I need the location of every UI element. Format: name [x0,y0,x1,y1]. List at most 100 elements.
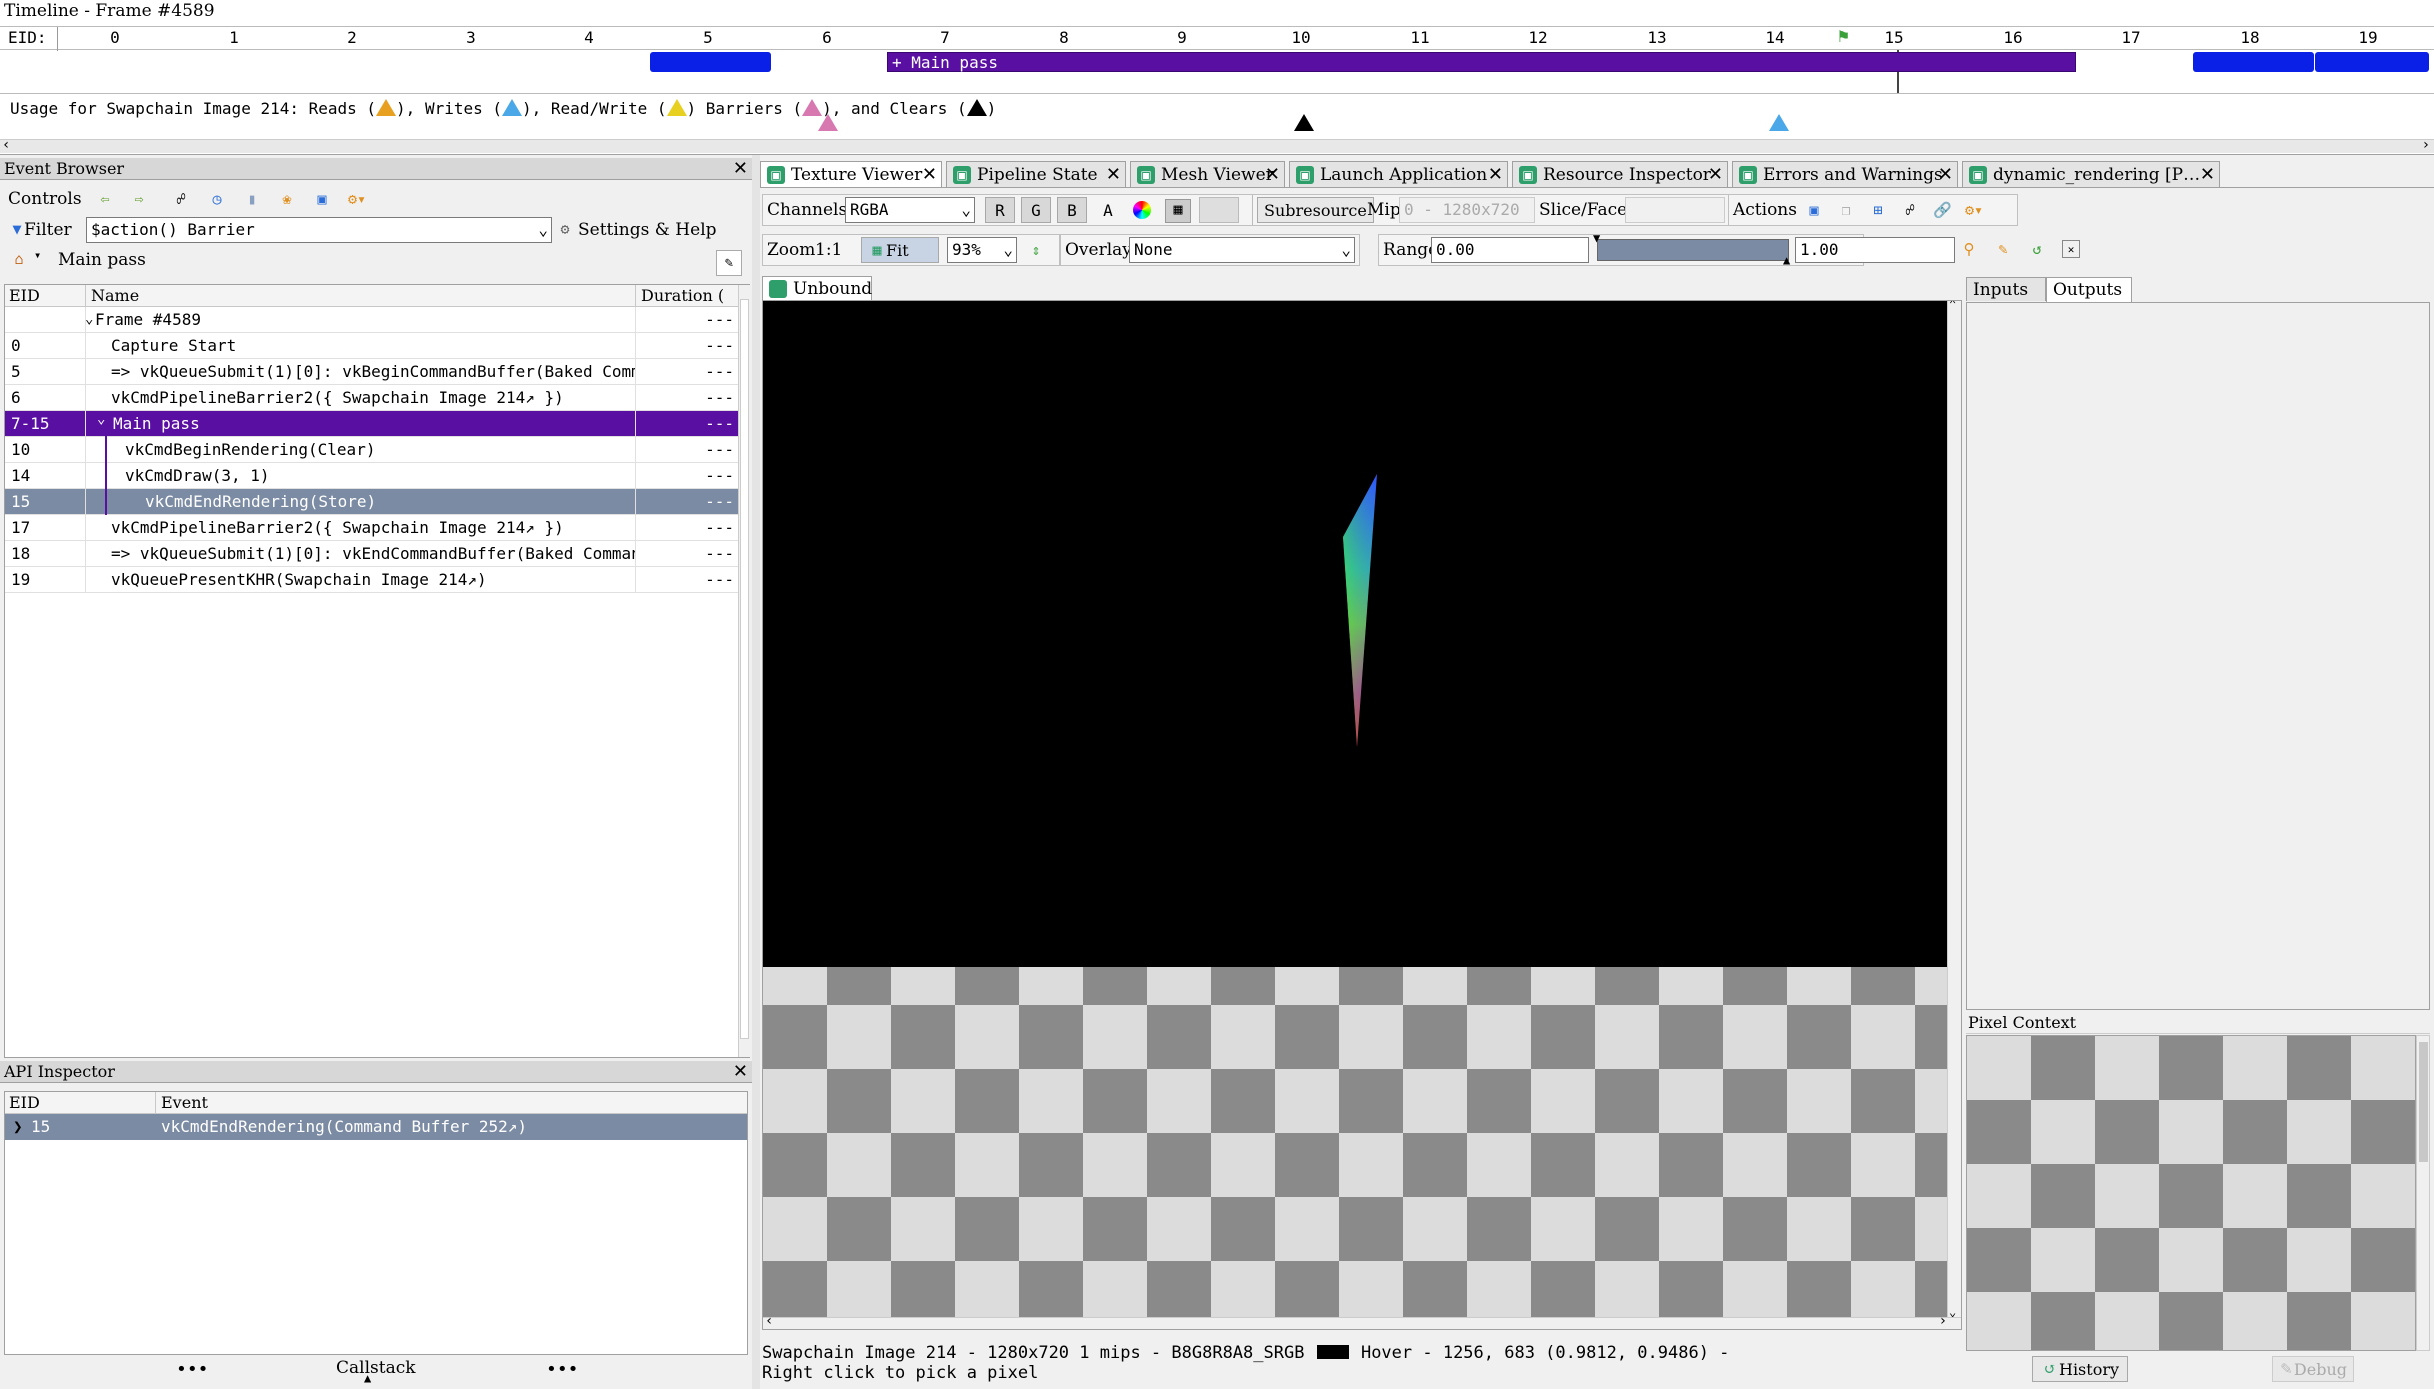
range-slider-max-handle[interactable]: ▲ [1783,253,1790,267]
channel-g-toggle[interactable]: G [1021,197,1051,223]
outputs-tab[interactable]: Outputs [2046,277,2132,303]
timeline-bar-main-pass[interactable]: + Main pass [887,52,2076,72]
history-button[interactable]: ↺ History [2032,1356,2128,1382]
zoom-select[interactable]: 93% ⌄ [947,237,1017,263]
zoom-range-icon[interactable]: ⚲ [1960,240,1978,258]
settings-dropdown-icon[interactable]: ⚙▾ [1965,201,1983,219]
more-dots-icon[interactable]: ••• [546,1359,579,1380]
api-col-event[interactable]: Event [161,1092,208,1114]
channel-b-toggle[interactable]: B [1057,197,1087,223]
pixel-context-scrollbar[interactable] [2416,1035,2430,1351]
breadcrumb[interactable]: Main pass [58,247,146,273]
table-row[interactable]: 18 => vkQueueSubmit(1)[0]: vkEndCommandBu… [5,541,738,567]
find-binoculars-icon[interactable]: ☍ [172,190,190,208]
scroll-up-icon[interactable]: ⌃ [1949,301,1956,311]
close-icon[interactable]: ✕ [1488,162,1503,187]
close-icon[interactable]: ✕ [2200,162,2215,187]
save-icon[interactable]: ▣ [313,190,331,208]
debug-button[interactable]: ✎ Debug [2272,1356,2354,1382]
highlight-icon[interactable]: ❀ [278,190,296,208]
pixel-context-view[interactable] [1966,1035,2416,1351]
timeline-bar-present[interactable] [2315,52,2429,72]
col-duration[interactable]: Duration ( [641,285,724,307]
timer-icon[interactable]: ◷ [208,190,226,208]
scroll-left-icon[interactable]: ‹ [765,1313,773,1329]
close-icon[interactable]: ✕ [1265,162,1280,187]
scroll-left-icon[interactable]: ‹ [2,137,10,153]
zoom-1to1-button[interactable]: 1:1 [815,237,842,263]
table-row[interactable]: 17 vkCmdPipelineBarrier2({ Swapchain Imag… [5,515,738,541]
api-row[interactable]: ❯ 15 vkCmdEndRendering(Command Buffer 25… [5,1114,747,1140]
copy-icon[interactable]: ❐ [1837,201,1855,219]
bookmark-icon[interactable]: ▮ [243,190,261,208]
settings-dropdown-icon[interactable]: ⚙▾ [348,190,366,208]
channels-select[interactable]: RGBA ⌄ [845,197,975,223]
settings-help-button[interactable]: Settings & Help [578,217,717,243]
table-row[interactable]: 10 vkCmdBeginRendering(Clear) --- [5,437,738,463]
tab-6[interactable]: ▣ dynamic_rendering [P… ✕ [1962,161,2220,187]
range-histogram-slider[interactable] [1597,239,1789,261]
close-icon[interactable]: ✕ [1708,162,1723,187]
filter-input[interactable]: $action() Barrier ⌄ [86,217,552,243]
forward-arrow-icon[interactable]: ⇨ [130,190,148,208]
autofit-wand-icon[interactable]: ✎ [1994,240,2012,258]
table-row[interactable]: 15 vkCmdEndRendering(Store) --- [5,489,738,515]
range-slider-min-handle[interactable]: ▼ [1593,231,1600,245]
table-row[interactable]: 14 vkCmdDraw(3, 1) --- [5,463,738,489]
timeline-scrollbar[interactable]: ‹ › [0,137,2434,153]
channel-r-toggle[interactable]: R [985,197,1015,223]
callstack-label[interactable]: Callstack [336,1355,416,1381]
tab-4[interactable]: ▣ Resource Inspector ✕ [1512,161,1728,187]
expand-arrow-icon[interactable]: ❯ [13,1114,23,1140]
close-icon[interactable]: ✕ [1938,162,1953,187]
slice-face-select[interactable] [1625,197,1725,223]
gamma-toggle[interactable] [1199,197,1239,223]
mip-select[interactable]: 0 - 1280x720 [1399,197,1535,223]
range-max-input[interactable]: 1.00 [1795,237,1955,263]
tab-2[interactable]: ▣ Mesh Viewer ✕ [1130,161,1285,187]
histogram-icon[interactable]: ✕ [2062,240,2080,258]
close-icon[interactable]: ✕ [922,162,937,187]
clear-marker-10[interactable] [1294,114,1314,131]
edit-note-icon[interactable]: ✎ [716,250,742,276]
back-arrow-icon[interactable]: ⇦ [96,190,114,208]
scroll-right-icon[interactable]: › [1939,1313,1947,1329]
close-icon[interactable]: ✕ [1106,162,1121,187]
color-wheel-icon[interactable] [1133,201,1151,219]
tab-5[interactable]: ▣ Errors and Warnings ✕ [1732,161,1958,187]
overlay-select[interactable]: None ⌄ [1129,237,1355,263]
settings-gear-icon[interactable]: ⚙ [556,220,574,238]
timeline-bar-submit-begin[interactable] [650,52,771,72]
table-row[interactable]: 5 => vkQueueSubmit(1)[0]: vkBeginCommandB… [5,359,738,385]
close-icon[interactable]: ✕ [733,1061,748,1083]
checkerboard-icon[interactable]: ▦ [1165,199,1191,223]
close-icon[interactable]: ✕ [733,158,748,180]
tree-expand-icon[interactable]: ⌄ [85,311,93,327]
panel-splitter[interactable] [752,155,760,1389]
viewport-hscrollbar[interactable]: ‹ › [763,1313,1961,1329]
find-binoculars-icon[interactable]: ☍ [1901,201,1919,219]
save-texture-icon[interactable]: ▣ [1805,201,1823,219]
table-row[interactable]: 7-15 Main pass --- [5,411,738,437]
link-icon[interactable]: 🔗 [1933,201,1952,219]
range-min-input[interactable]: 0.00 [1431,237,1589,263]
write-marker-14[interactable] [1769,114,1789,131]
more-dots-icon[interactable]: ••• [176,1359,209,1380]
table-row[interactable]: 6 vkCmdPipelineBarrier2({ Swapchain Image… [5,385,738,411]
event-table-scrollbar[interactable] [738,285,750,1057]
fit-button[interactable]: ▦ Fit [861,237,939,263]
col-eid[interactable]: EID [9,285,40,307]
table-row[interactable]: Frame #4589 --- [5,307,738,333]
flip-icon[interactable]: ⇕ [1027,241,1045,259]
breadcrumb-dropdown-icon[interactable]: ▾ [34,248,41,262]
tab-3[interactable]: ▣ Launch Application ✕ [1289,161,1508,187]
channel-a-toggle[interactable]: A [1093,197,1123,223]
tab-1[interactable]: ▣ Pipeline State ✕ [946,161,1126,187]
viewport-vscrollbar[interactable]: ⌃ ⌄ [1947,301,1961,1319]
goto-location-icon[interactable]: ⊞ [1869,201,1887,219]
inputs-tab[interactable]: Inputs [1966,277,2046,301]
barrier-marker-6[interactable] [818,114,838,131]
api-col-eid[interactable]: EID [9,1092,40,1114]
reset-range-icon[interactable]: ↺ [2028,240,2046,258]
tree-expand-main-pass-icon[interactable]: ⌄ [97,411,105,427]
